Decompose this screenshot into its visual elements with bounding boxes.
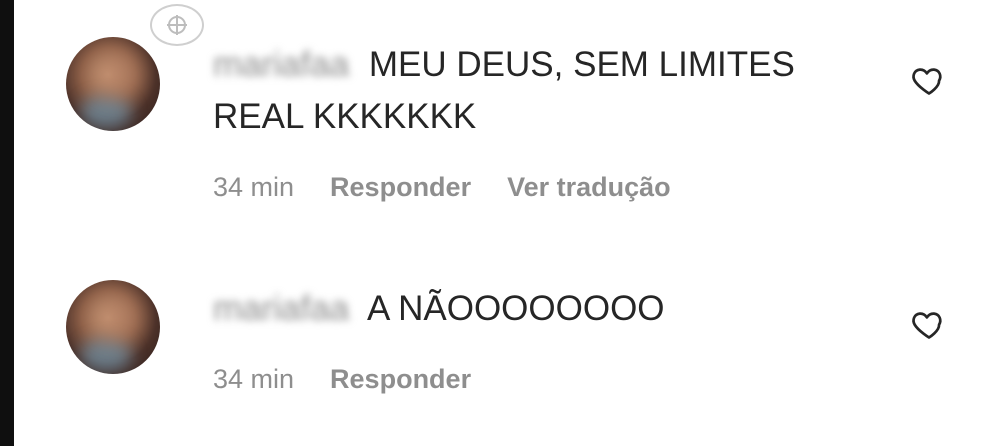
- username[interactable]: mariafaa: [213, 283, 349, 335]
- comment-time: 34 min: [213, 364, 295, 394]
- comment-body: mariafaa A NÃOOOOOOOO: [213, 283, 893, 335]
- comment-text: A NÃOOOOOOOO: [366, 289, 665, 328]
- left-panel-edge: [0, 0, 14, 446]
- username[interactable]: mariafaa: [213, 39, 349, 91]
- reply-button[interactable]: Responder: [330, 170, 471, 204]
- comment-body: mariafaa MEU DEUS, SEM LIMITES REAL KKKK…: [213, 39, 893, 143]
- drag-handle-icon[interactable]: [150, 4, 204, 46]
- comment-meta: 34 min Responder: [213, 362, 471, 396]
- heart-icon[interactable]: [908, 62, 950, 98]
- reply-button[interactable]: Responder: [330, 362, 471, 396]
- avatar[interactable]: [66, 280, 160, 374]
- comment-time: 34 min: [213, 172, 295, 202]
- avatar[interactable]: [66, 37, 160, 131]
- see-translation-button[interactable]: Ver tradução: [507, 170, 671, 204]
- heart-icon[interactable]: [908, 306, 950, 342]
- comment-meta: 34 min Responder Ver tradução: [213, 170, 671, 204]
